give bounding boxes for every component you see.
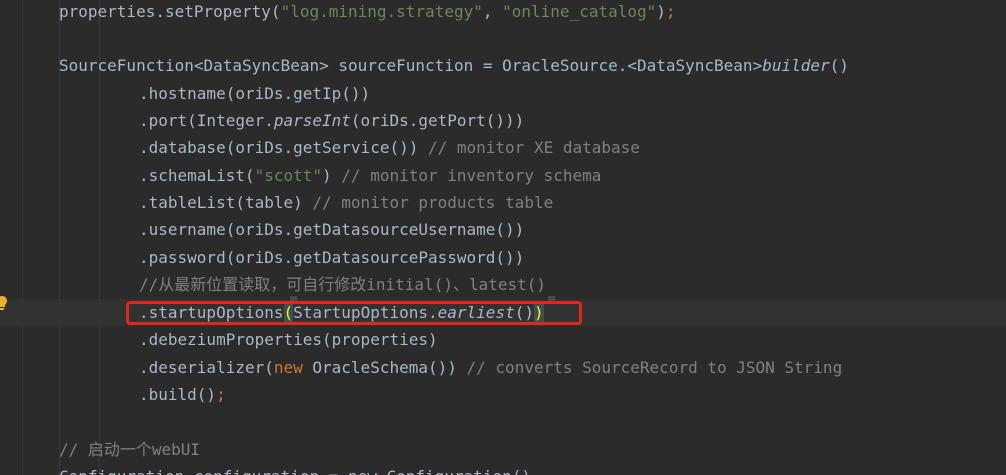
code-token: ;: [216, 385, 226, 404]
code-token: .hostname(oriDs.getIp()): [139, 84, 371, 103]
code-token: .database(oriDs.getService()): [139, 138, 428, 157]
code-line-text: .password(oriDs.getDatasourcePassword()): [139, 244, 524, 271]
code-line-text: .hostname(oriDs.getIp()): [139, 80, 370, 107]
code-token: ): [322, 166, 342, 185]
code-token: SourceFunction<DataSyncBean> sourceFunct…: [59, 56, 763, 75]
annotation-highlight-box: [126, 301, 582, 325]
code-token: // 启动一个webUI: [59, 440, 201, 459]
code-token: .build(): [139, 385, 217, 404]
code-token: ,: [482, 2, 503, 21]
code-line-text: .port(Integer.parseInt(oriDs.getPort())): [139, 107, 524, 134]
code-token: .password(oriDs.getDatasourcePassword()): [139, 248, 525, 267]
code-line-text: .deserializer(new OracleSchema()) // con…: [139, 354, 842, 381]
code-line-text: // 启动一个webUI: [59, 436, 200, 463]
code-token: .debeziumProperties(properties): [139, 330, 438, 349]
lightbulb-icon[interactable]: [0, 296, 7, 310]
code-token: .deserializer(: [139, 358, 274, 377]
code-token: (oriDs.getPort())): [350, 111, 525, 130]
code-token: .schemaList(: [139, 166, 255, 185]
code-token: properties.setProperty(: [59, 2, 281, 21]
code-line-text: //从最新位置读取，可自行修改initial()、latest(): [139, 271, 546, 298]
code-token: builder: [762, 56, 830, 75]
code-token: Configuration configuration = new Config…: [59, 467, 531, 475]
code-line-text: Configuration configuration = new Config…: [59, 463, 531, 475]
code-token: ;: [665, 2, 676, 21]
code-token: "log.mining.strategy": [280, 2, 483, 21]
code-editor[interactable]: properties.setProperty("log.mining.strat…: [0, 0, 1006, 475]
code-line-text: .schemaList("scott") // monitor inventor…: [139, 162, 601, 189]
code-token: //从最新位置读取，可自行修改initial()、latest(): [139, 275, 547, 294]
code-token: parseInt: [273, 111, 351, 130]
code-line-text: properties.setProperty("log.mining.strat…: [59, 0, 676, 25]
code-token: .tableList(table): [139, 193, 313, 212]
code-line-text: .build();: [139, 381, 226, 408]
code-line-text: .database(oriDs.getService()) // monitor…: [139, 134, 640, 161]
code-token: .port(Integer.: [139, 111, 274, 130]
code-token: // converts SourceRecord to JSON String: [466, 358, 843, 377]
code-token: new: [273, 358, 313, 377]
code-token: OracleSchema()): [312, 358, 467, 377]
code-line-text: .tableList(table) // monitor products ta…: [139, 189, 553, 216]
code-token: .username(oriDs.getDatasourceUsername()): [139, 220, 525, 239]
code-token: ): [656, 2, 666, 21]
code-token: // monitor inventory schema: [341, 166, 602, 185]
code-line-text: SourceFunction<DataSyncBean> sourceFunct…: [59, 52, 849, 79]
code-token: // monitor products table: [312, 193, 554, 212]
code-token: // monitor XE database: [427, 138, 640, 157]
code-token: "online_catalog": [502, 2, 657, 21]
code-token: "scott": [254, 166, 323, 185]
code-token: (): [829, 56, 849, 75]
editor-gutter[interactable]: [0, 0, 23, 475]
code-line-text: .debeziumProperties(properties): [139, 326, 438, 353]
code-line-text: .username(oriDs.getDatasourceUsername()): [139, 216, 524, 243]
